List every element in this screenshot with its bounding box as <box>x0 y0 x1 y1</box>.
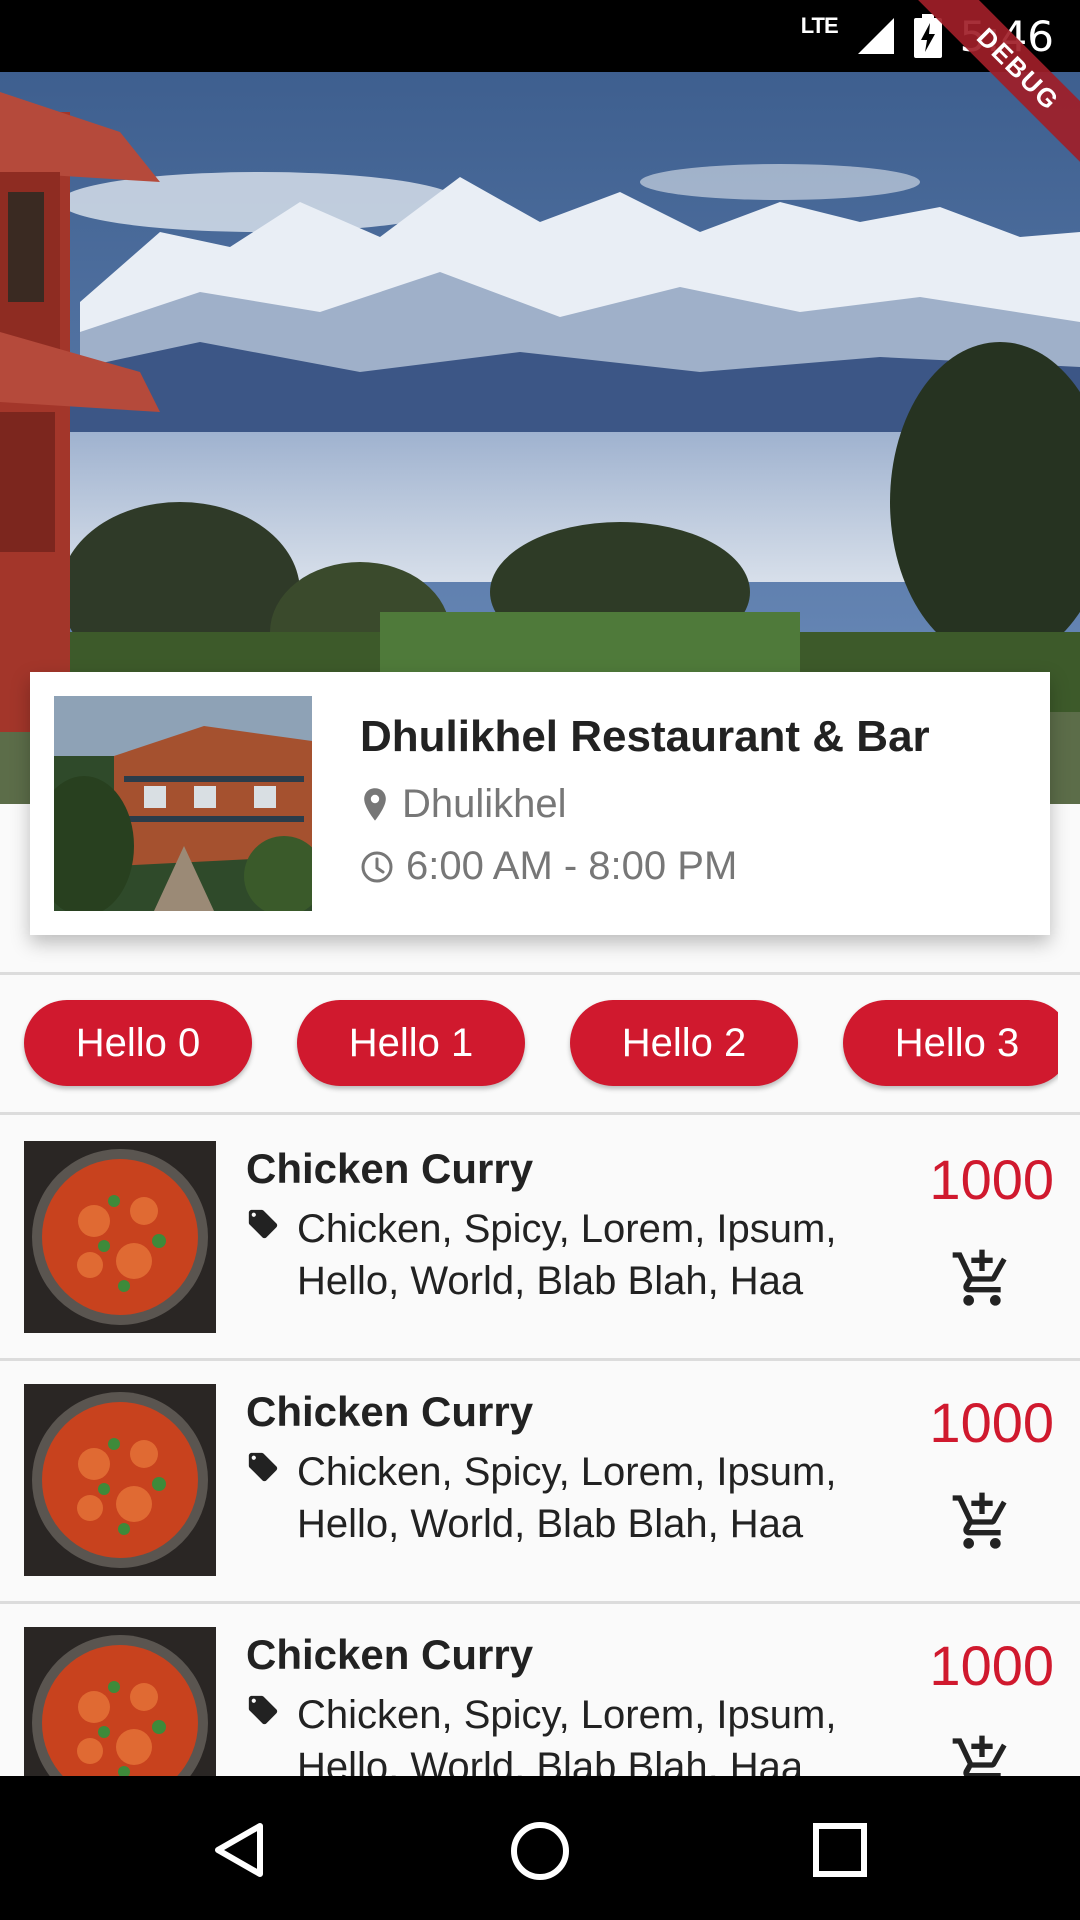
back-icon[interactable] <box>210 1820 270 1880</box>
location-pin-icon <box>364 787 386 821</box>
restaurant-hours: 6:00 AM - 8:00 PM <box>406 844 738 888</box>
chip-hello-1[interactable]: Hello 1 <box>297 1000 525 1086</box>
signal-icon <box>857 18 894 54</box>
menu-item-tags: Chicken, Spicy, Lorem, Ipsum, Hello, Wor… <box>297 1450 837 1546</box>
tag-icon <box>248 1695 278 1725</box>
restaurant-location: Dhulikhel <box>402 782 567 826</box>
restaurant-location-row: Dhulikhel <box>360 782 567 827</box>
status-bar: LTE 5:46 <box>0 0 1080 72</box>
recents-icon[interactable] <box>812 1822 868 1878</box>
menu-item-price: 1000 <box>929 1391 1054 1454</box>
clock-time: 5:46 <box>959 11 1054 61</box>
battery-charging-icon <box>913 14 942 58</box>
add-to-cart-icon[interactable] <box>950 1490 1014 1554</box>
tag-icon <box>248 1452 278 1482</box>
restaurant-hours-row: 6:00 AM - 8:00 PM <box>360 844 737 889</box>
network-type-label: LTE <box>800 13 839 38</box>
menu-item-price: 1000 <box>929 1634 1054 1697</box>
restaurant-card[interactable]: Dhulikhel Restaurant & Bar Dhulikhel 6:0… <box>30 672 1050 935</box>
chip-hello-2[interactable]: Hello 2 <box>570 1000 798 1086</box>
navigation-bar <box>0 1776 1080 1920</box>
menu-item-name: Chicken Curry <box>246 1388 534 1435</box>
food-image <box>24 1141 216 1333</box>
category-chips: Hello 0 Hello 1 Hello 2 Hello 3 <box>0 975 1058 1125</box>
restaurant-name: Dhulikhel Restaurant & Bar <box>360 712 930 761</box>
add-to-cart-icon[interactable] <box>950 1733 1014 1776</box>
menu-item[interactable]: Chicken Curry Chicken, Spicy, Lorem, Ips… <box>0 1115 1080 1361</box>
menu-item-name: Chicken Curry <box>246 1145 534 1192</box>
food-image <box>24 1384 216 1576</box>
home-icon[interactable] <box>509 1820 571 1882</box>
menu-item-tags: Chicken, Spicy, Lorem, Ipsum, Hello, Wor… <box>297 1207 837 1303</box>
restaurant-thumbnail <box>54 696 312 911</box>
food-image <box>24 1627 216 1776</box>
menu-item-tags: Chicken, Spicy, Lorem, Ipsum, Hello, Wor… <box>297 1693 837 1776</box>
menu-item-name: Chicken Curry <box>246 1631 534 1678</box>
menu-item-price: 1000 <box>929 1148 1054 1211</box>
menu-list: Chicken Curry Chicken, Spicy, Lorem, Ips… <box>0 1112 1080 1776</box>
add-to-cart-icon[interactable] <box>950 1247 1014 1311</box>
clock-icon <box>361 851 393 882</box>
menu-item[interactable]: Chicken Curry Chicken, Spicy, Lorem, Ips… <box>0 1601 1080 1776</box>
chip-hello-0[interactable]: Hello 0 <box>24 1000 252 1086</box>
tag-icon <box>248 1209 278 1239</box>
chip-hello-3[interactable]: Hello 3 <box>843 1000 1058 1086</box>
menu-item[interactable]: Chicken Curry Chicken, Spicy, Lorem, Ips… <box>0 1358 1080 1604</box>
